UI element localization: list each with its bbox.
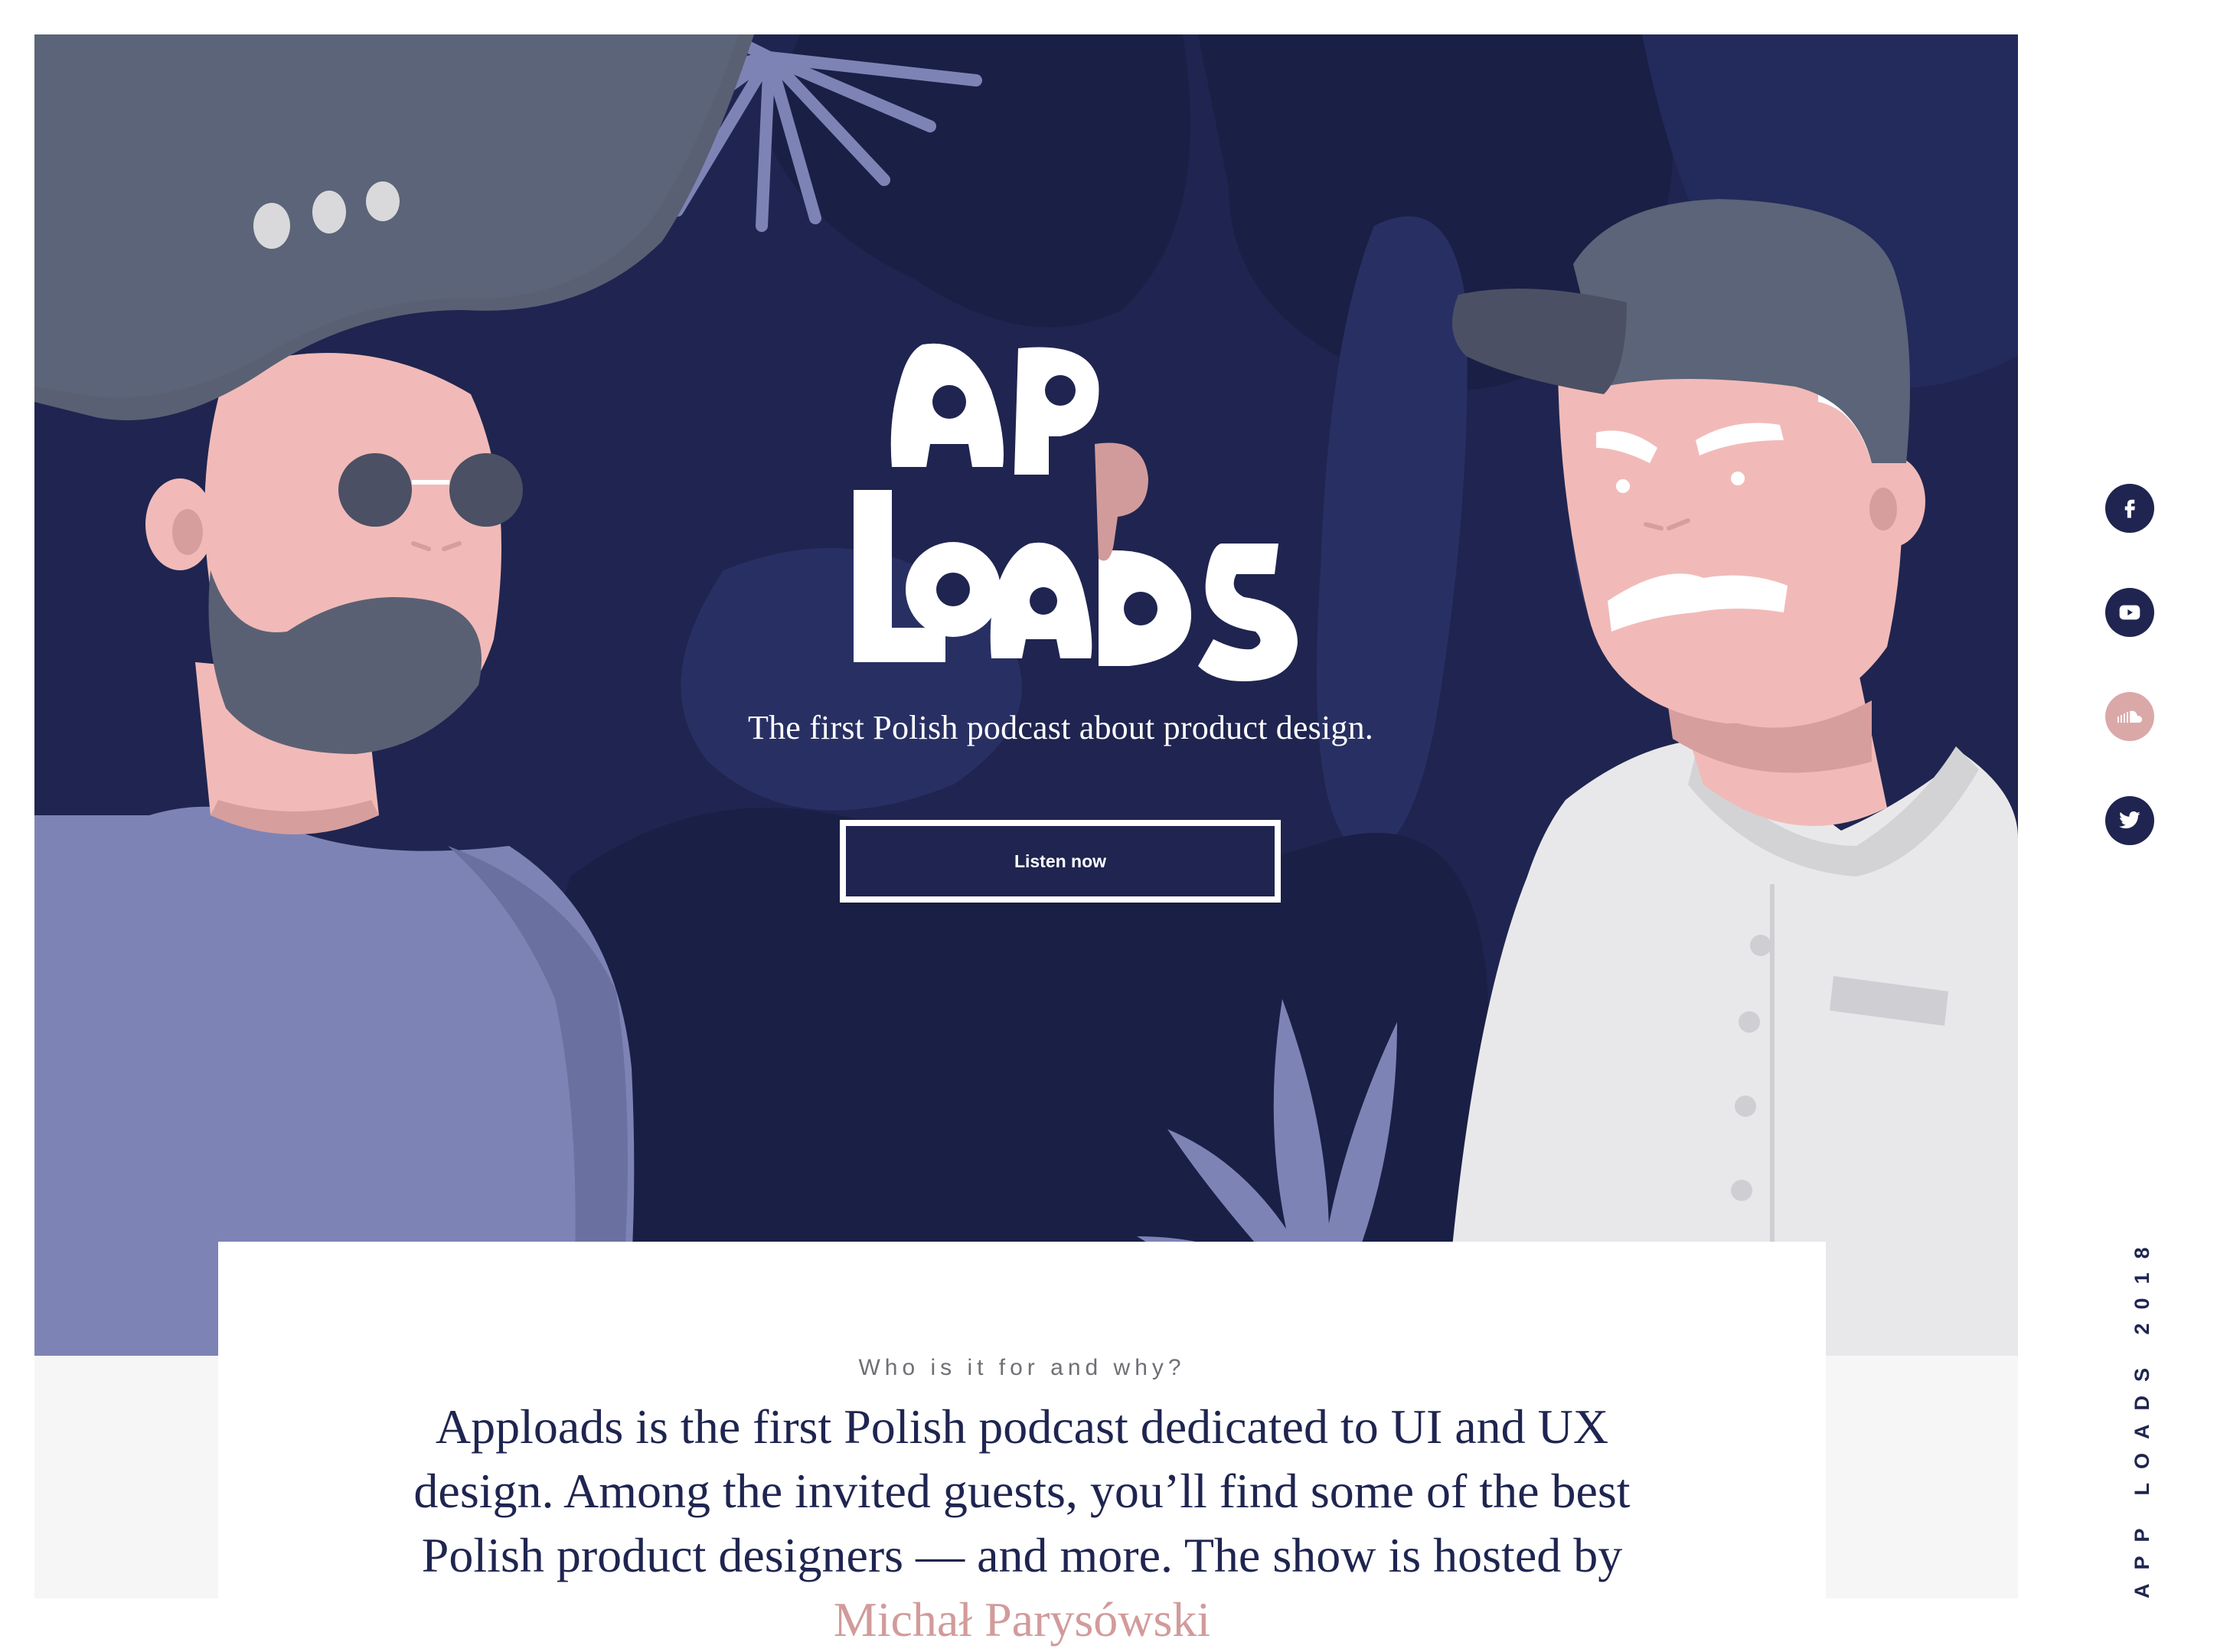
youtube-icon [2119,605,2140,620]
soundcloud-icon [2117,710,2142,723]
about-card: Who is it for and why? Apploads is the f… [218,1242,1826,1647]
section-label: Who is it for and why? [858,1355,1186,1380]
facebook-link[interactable] [2105,484,2154,533]
twitter-link[interactable] [2105,796,2154,845]
hero-tagline: The first Polish podcast about product d… [748,709,1373,746]
listen-now-button[interactable]: Listen now [840,820,1281,903]
app-loads-logo [854,343,1298,681]
side-label: APP LOADS 2018 [2130,1233,2153,1598]
soundcloud-link[interactable] [2105,692,2154,741]
hero-section: The first Polish podcast about product d… [34,34,2018,1356]
facebook-icon [2124,499,2135,518]
twitter-icon [2119,811,2140,829]
youtube-link[interactable] [2105,588,2154,637]
host-link[interactable]: Michał Parysówski [834,1592,1210,1647]
intro-text-hosted: hosted by [1433,1528,1623,1582]
intro-paragraph: Apploads is the first Polish podcast ded… [371,1395,1673,1652]
